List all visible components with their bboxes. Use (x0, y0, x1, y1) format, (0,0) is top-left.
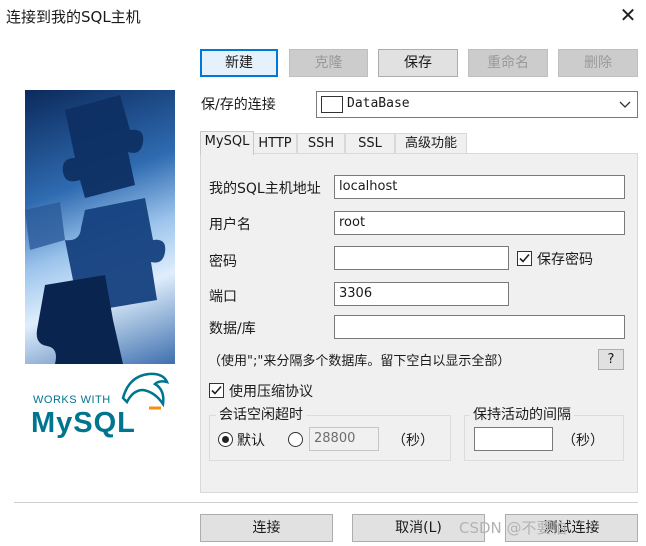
checkmark-icon (211, 385, 222, 395)
puzzle-pieces-icon (25, 95, 166, 364)
delete-button[interactable]: 删除 (558, 49, 638, 77)
save-password-checkbox[interactable] (517, 251, 532, 266)
compress-label: 使用压缩协议 (229, 384, 313, 400)
keepalive-unit: （秒） (562, 433, 604, 449)
mysql-logo: WORKS WITH MySQL (25, 364, 175, 447)
idle-timeout-input[interactable]: 28800 (309, 427, 379, 451)
clone-button[interactable]: 克隆 (289, 49, 368, 77)
idle-default-label: 默认 (237, 433, 265, 449)
idle-default-radio[interactable] (218, 432, 233, 447)
window-title: 连接到我的SQL主机 (6, 8, 141, 26)
new-button[interactable]: 新建 (200, 49, 278, 77)
idle-custom-radio[interactable] (288, 432, 303, 447)
saved-connection-label: 保/存的连接 (201, 97, 276, 113)
keepalive-input[interactable] (474, 427, 553, 451)
tab-ssh[interactable]: SSH (297, 133, 345, 154)
watermark: CSDN @不要怕 (459, 519, 567, 537)
user-input[interactable]: root (334, 211, 625, 235)
save-button[interactable]: 保存 (378, 49, 458, 77)
connect-button[interactable]: 连接 (200, 514, 333, 542)
close-button[interactable]: ✕ (616, 4, 640, 26)
connection-color-swatch (321, 96, 343, 113)
chevron-down-icon (619, 101, 631, 108)
save-password-label: 保存密码 (537, 252, 593, 268)
keepalive-legend: 保持活动的间隔 (470, 404, 574, 424)
close-icon: ✕ (619, 3, 637, 27)
password-label: 密码 (209, 254, 237, 270)
saved-connection-value: DataBase (347, 96, 410, 111)
database-hint: （使用";"来分隔多个数据库。留下空白以显示全部） (208, 354, 511, 369)
help-button[interactable]: ? (598, 349, 624, 370)
host-input[interactable]: localhost (334, 175, 625, 199)
user-label: 用户名 (209, 217, 251, 233)
compress-checkbox[interactable] (209, 383, 224, 398)
saved-connection-select[interactable]: DataBase (316, 91, 638, 118)
rename-button[interactable]: 重命名 (468, 49, 548, 77)
tab-ssl[interactable]: SSL (345, 133, 395, 154)
dolphin-icon (121, 372, 170, 410)
logo-works-with: WORKS WITH (33, 394, 111, 406)
puzzle-image (25, 90, 175, 364)
tab-advanced[interactable]: 高级功能 (395, 133, 467, 154)
tab-mysql[interactable]: MySQL (200, 131, 254, 155)
port-input[interactable]: 3306 (334, 282, 509, 306)
password-input[interactable] (334, 246, 509, 270)
database-input[interactable] (334, 315, 625, 339)
side-image: WORKS WITH MySQL (25, 90, 175, 447)
database-label: 数据/库 (209, 321, 256, 337)
idle-timeout-unit: （秒） (392, 433, 434, 449)
port-label: 端口 (209, 289, 237, 305)
checkmark-icon (519, 253, 530, 263)
footer-divider (14, 502, 638, 503)
host-label: 我的SQL主机地址 (209, 181, 321, 197)
tab-http[interactable]: HTTP (253, 133, 297, 154)
idle-timeout-legend: 会话空闲超时 (216, 404, 306, 424)
